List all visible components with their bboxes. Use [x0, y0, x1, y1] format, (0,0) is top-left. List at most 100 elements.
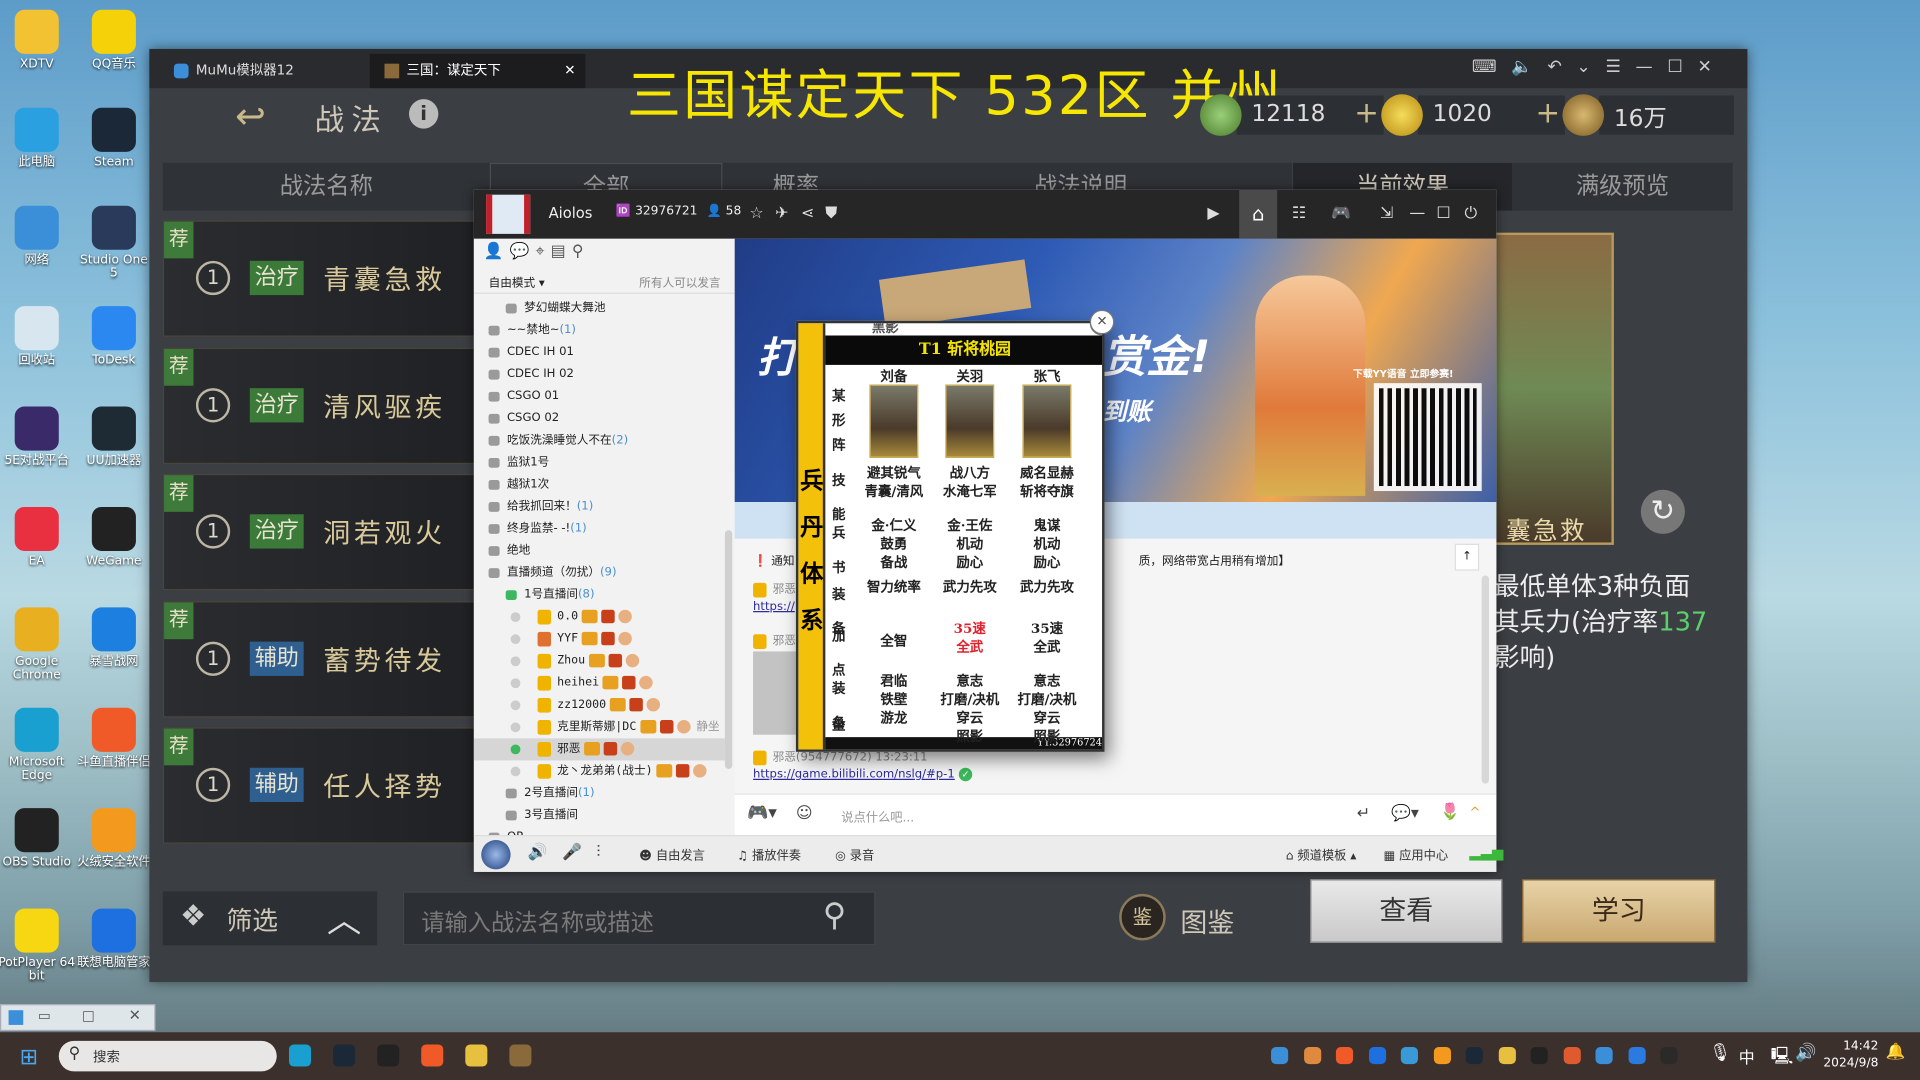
- volume-icon[interactable]: 🔊: [1795, 1043, 1816, 1063]
- tab-game[interactable]: 三国：谋定天下 ✕: [369, 53, 586, 89]
- channel-logo[interactable]: [481, 840, 511, 870]
- tray-widgets-icon[interactable]: [1271, 1046, 1289, 1065]
- user-item[interactable]: 邪恶: [473, 738, 725, 761]
- scroll-top-icon[interactable]: ↑: [1454, 543, 1480, 571]
- maximize-icon[interactable]: ☐: [1436, 204, 1450, 222]
- channel-item[interactable]: 吃饭洗澡睡觉人不在(2): [488, 430, 628, 452]
- tray-nvidia-icon[interactable]: [1660, 1046, 1678, 1065]
- desktop-icon[interactable]: ToDesk: [75, 306, 153, 367]
- tray-s-icon[interactable]: [1400, 1046, 1418, 1065]
- desktop-icon[interactable]: 此电脑: [0, 107, 76, 169]
- restore-icon[interactable]: ▭: [38, 1008, 51, 1024]
- free-speak-button[interactable]: ☻ 自由发言: [639, 845, 705, 863]
- undo-icon[interactable]: ↶: [1547, 58, 1576, 78]
- star-icon[interactable]: ☆: [749, 204, 763, 222]
- qr-code[interactable]: [1373, 383, 1482, 492]
- chat-icon[interactable]: 💬: [510, 242, 536, 260]
- codex-label[interactable]: 图鉴: [1180, 901, 1234, 940]
- user-item[interactable]: Zhou: [474, 650, 725, 672]
- desktop-icon[interactable]: UU加速器: [75, 406, 153, 468]
- taskbar-edge-icon[interactable]: [288, 1044, 312, 1067]
- username[interactable]: Aiolos: [549, 204, 593, 221]
- popup-close-button[interactable]: ✕: [1089, 309, 1115, 335]
- desktop-icon[interactable]: WeGame: [75, 506, 153, 568]
- equalizer-icon[interactable]: ⫶: [596, 844, 600, 862]
- desktop-icon[interactable]: 暴雪战网: [75, 607, 153, 669]
- tray-douyu-icon[interactable]: [1335, 1046, 1354, 1065]
- download-icon[interactable]: ⇲: [1380, 204, 1393, 222]
- chat-input[interactable]: 说点什么吧...: [841, 807, 914, 825]
- home-icon[interactable]: ⌂: [1239, 189, 1278, 239]
- channel-item[interactable]: 直播频道（勿扰）(9): [488, 562, 617, 584]
- mode-dropdown[interactable]: 自由模式 ▾: [489, 273, 545, 290]
- list-icon[interactable]: ☷: [1292, 204, 1306, 222]
- channel-item[interactable]: CDEC IH 02: [488, 364, 574, 386]
- tray-app-icon[interactable]: [1563, 1046, 1581, 1065]
- desktop-icon[interactable]: 5E对战平台: [0, 406, 76, 468]
- clock-date[interactable]: 2024/9/8: [1817, 1057, 1878, 1070]
- contacts-icon[interactable]: 👤: [484, 242, 510, 260]
- microphone-icon[interactable]: 🎙: [1709, 1043, 1731, 1063]
- tray-bluetooth-icon[interactable]: [1627, 1046, 1646, 1065]
- channel-scrollbar[interactable]: [724, 530, 733, 769]
- tactic-card[interactable]: 荐 1 辅助 蓄势待发: [162, 600, 476, 717]
- tray-huorong-icon[interactable]: [1433, 1046, 1451, 1065]
- user-item[interactable]: 克里斯蒂娜|DC 静坐: [474, 716, 725, 738]
- windows-start-icon[interactable]: ⊞: [20, 1044, 38, 1070]
- search-icon[interactable]: ⚲: [823, 898, 846, 935]
- channel-item[interactable]: 越狱1次: [488, 474, 549, 496]
- video-icon[interactable]: ▶: [1207, 204, 1219, 222]
- gamepad-icon[interactable]: 🎮: [1331, 204, 1351, 222]
- taskbar-douyu-icon[interactable]: [421, 1044, 444, 1067]
- desktop-icon[interactable]: Google Chrome: [0, 607, 76, 682]
- tactic-card[interactable]: 荐 1 辅助 任人择势: [162, 727, 476, 844]
- desktop-icon[interactable]: 火绒安全软件: [75, 808, 153, 869]
- message-link[interactable]: https://game.bilibili.com/nslg/#p-1: [753, 768, 955, 781]
- share-icon[interactable]: ⋖: [801, 204, 814, 222]
- image-preview-popup[interactable]: 兵丹体系 黑影 T1 斩将桃园 YY:32976724 ✕ 刘备关羽张飞某形阵技…: [795, 320, 1105, 752]
- desktop-icon[interactable]: Microsoft Edge: [0, 707, 76, 783]
- user-item[interactable]: zz12000: [474, 694, 725, 716]
- minimize-icon[interactable]: —: [1636, 58, 1668, 78]
- learn-button[interactable]: 学习: [1522, 879, 1716, 943]
- tray-app-icon[interactable]: [1303, 1046, 1321, 1065]
- user-item[interactable]: heihei: [474, 672, 725, 694]
- desktop-icon[interactable]: EA: [0, 506, 76, 568]
- column-header[interactable]: 满级预览: [1512, 162, 1733, 211]
- channel-item[interactable]: 给我抓回来！(1): [488, 496, 593, 518]
- maximize-icon[interactable]: □: [82, 1008, 95, 1024]
- translate-icon[interactable]: ☺: [796, 804, 813, 822]
- channel-item[interactable]: 2号直播间(1): [505, 782, 595, 804]
- tab-mumu[interactable]: MuMu模拟器12: [159, 54, 367, 88]
- channel-item[interactable]: 监狱1号: [488, 452, 549, 474]
- power-icon[interactable]: ⏻: [1464, 204, 1477, 222]
- desktop-icon[interactable]: 回收站: [0, 306, 76, 367]
- channel-item[interactable]: 绝地: [488, 540, 530, 562]
- user-item[interactable]: YYF: [474, 628, 725, 650]
- chat-scrollbar[interactable]: [1481, 575, 1489, 784]
- location-icon[interactable]: ⌖: [536, 242, 551, 260]
- avatar[interactable]: [486, 194, 531, 234]
- view-button[interactable]: 查看: [1310, 879, 1503, 943]
- channel-item[interactable]: CSGO 02: [488, 408, 559, 430]
- maximize-icon[interactable]: ☐: [1667, 58, 1697, 78]
- shield-icon[interactable]: ⛊: [825, 204, 837, 222]
- user-item[interactable]: 0.0: [474, 606, 725, 628]
- search-input[interactable]: 请输入战法名称或描述 ⚲: [402, 891, 876, 946]
- accompany-button[interactable]: ♫ 播放伴奏: [737, 845, 801, 863]
- network-icon[interactable]: 🖳: [1771, 1043, 1794, 1072]
- speaker-icon[interactable]: 🔊: [528, 844, 548, 862]
- record-button[interactable]: ◎ 录音: [835, 845, 874, 863]
- channel-item[interactable]: 1号直播间(8): [505, 584, 595, 606]
- minimize-icon[interactable]: —: [1409, 204, 1425, 222]
- taskbar-search[interactable]: ⚲ 搜索: [58, 1040, 277, 1072]
- flower-icon[interactable]: 🌷: [1440, 803, 1460, 821]
- codex-icon[interactable]: 鉴: [1119, 893, 1166, 941]
- clock-time[interactable]: 14:42: [1829, 1040, 1878, 1053]
- info-icon[interactable]: i: [408, 99, 439, 129]
- tray-steam-icon[interactable]: [1465, 1046, 1483, 1065]
- taskbar-game-icon[interactable]: [509, 1044, 532, 1067]
- search-icon[interactable]: ⚲: [572, 242, 590, 260]
- enter-icon[interactable]: ↵: [1357, 804, 1370, 822]
- plane-icon[interactable]: ✈: [775, 204, 788, 222]
